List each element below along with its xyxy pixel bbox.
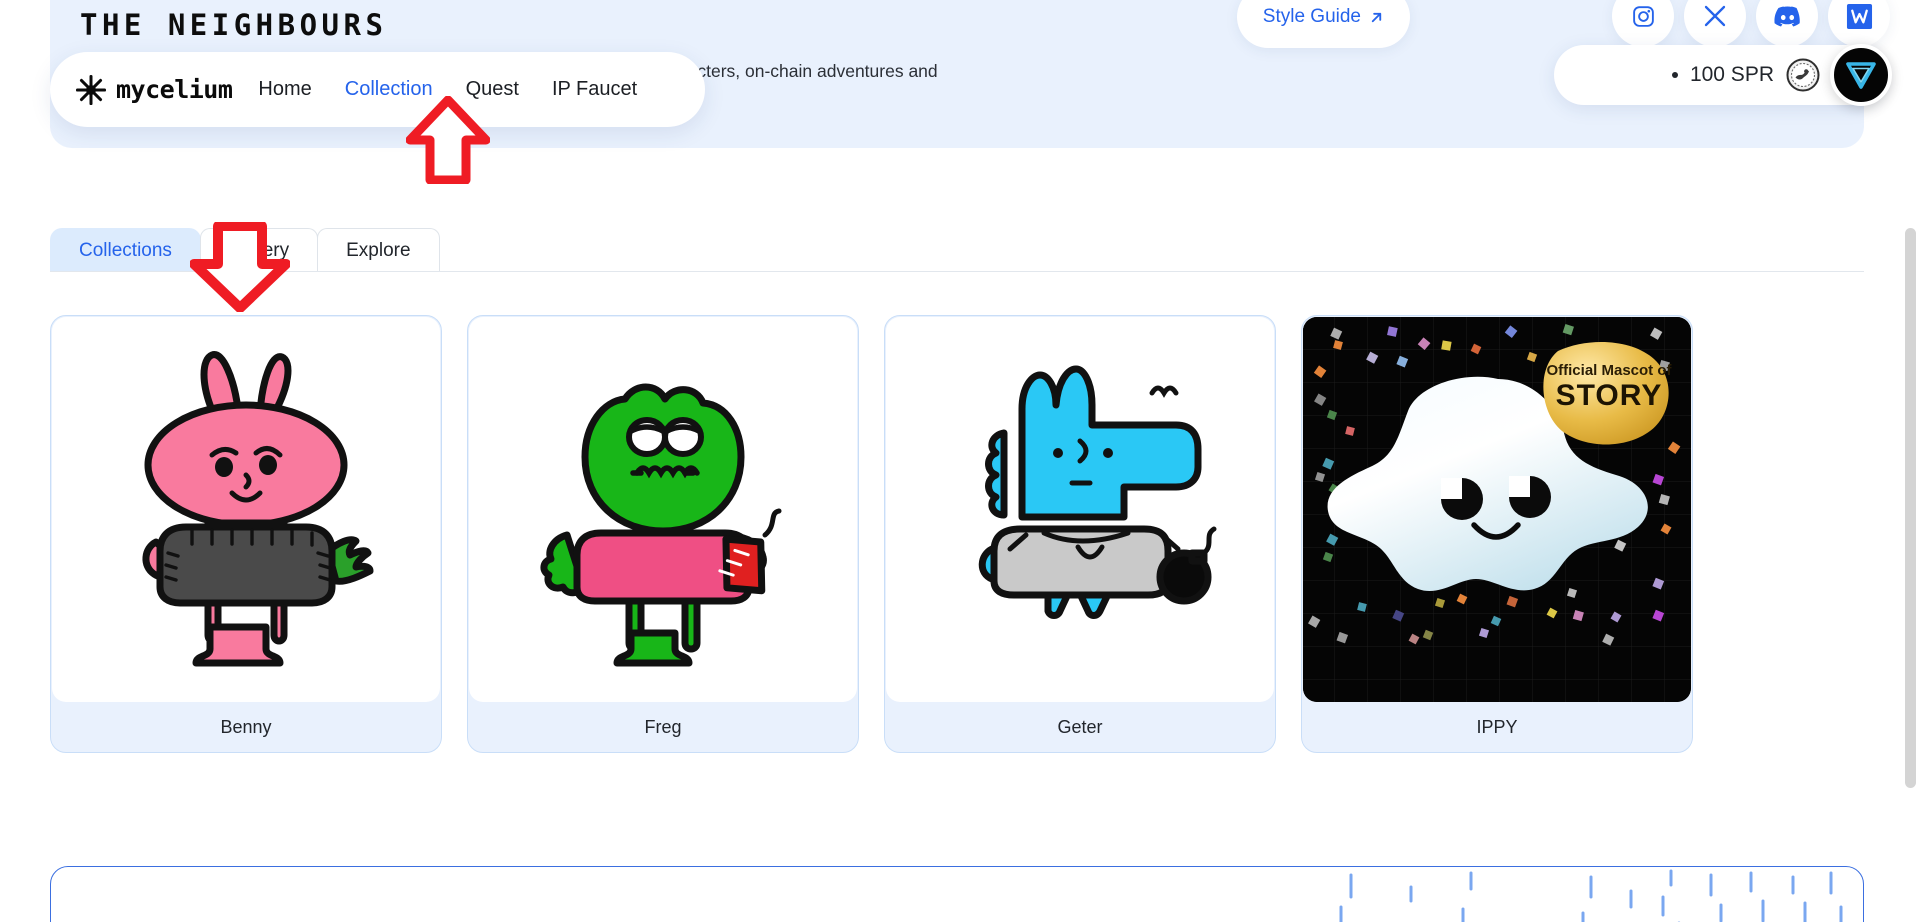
card-artwork-geter	[886, 317, 1274, 702]
page-title: THE NEIGHBOURS	[80, 8, 388, 42]
user-avatar[interactable]	[1830, 44, 1892, 106]
instagram-link[interactable]	[1612, 0, 1674, 47]
wallet-separator-dot	[1671, 72, 1678, 78]
external-link-arrow-icon	[1371, 12, 1382, 22]
badge-line-1: Official Mascot of	[1546, 362, 1672, 379]
spr-coin-icon	[1786, 58, 1820, 92]
collection-card-grid: Benny Freg Geter Official Mascot of STOR…	[50, 315, 1864, 753]
card-artwork-freg	[469, 317, 857, 702]
nav-link-quest[interactable]: Quest	[466, 78, 519, 101]
collection-card-freg[interactable]: Freg	[467, 315, 859, 753]
instagram-icon	[1632, 5, 1654, 27]
style-guide-button[interactable]: Style Guide	[1236, 0, 1410, 48]
w-square-icon	[1846, 3, 1872, 29]
collection-card-ippy[interactable]: Official Mascot of STORY IPPY	[1301, 315, 1693, 753]
collection-card-geter[interactable]: Geter	[884, 315, 1276, 753]
tab-explore[interactable]: Explore	[317, 228, 440, 272]
style-guide-label: Style Guide	[1262, 6, 1361, 27]
w-link[interactable]	[1828, 0, 1890, 47]
nav-link-collection[interactable]: Collection	[345, 78, 433, 101]
nav-link-home[interactable]: Home	[258, 78, 311, 101]
tab-gallery[interactable]: Gallery	[199, 228, 319, 272]
scrollbar-thumb[interactable]	[1905, 228, 1916, 788]
content-tabs: Collections Gallery Explore	[50, 228, 440, 272]
scrollbar-track[interactable]	[1905, 0, 1918, 922]
blue-dash-pattern	[1339, 869, 1843, 922]
nav-links: Home Collection Quest IP Faucet	[258, 78, 637, 101]
main-navigation-bar: mycelium Home Collection Quest IP Faucet	[50, 52, 705, 127]
discord-link[interactable]	[1756, 0, 1818, 47]
wallet-balance-label: 100 SPR	[1689, 63, 1774, 86]
card-title-geter: Geter	[1057, 717, 1103, 737]
discord-icon	[1773, 5, 1800, 27]
tab-collections[interactable]: Collections	[50, 228, 201, 272]
green-frog-character	[540, 383, 782, 667]
cyan-dino-character	[978, 365, 1217, 619]
card-title-ippy: IPPY	[1476, 717, 1518, 737]
tabs-divider	[50, 271, 1864, 272]
white-star-blob-mascot: Official Mascot of STORY	[1303, 317, 1691, 702]
bottom-content-panel	[50, 866, 1864, 922]
badge-line-2: STORY	[1556, 379, 1663, 412]
x-twitter-link[interactable]	[1684, 0, 1746, 47]
x-twitter-icon	[1704, 5, 1726, 27]
card-title-benny: Benny	[220, 717, 272, 737]
asterisk-star-icon	[76, 74, 106, 105]
collection-card-benny[interactable]: Benny	[50, 315, 442, 753]
card-artwork-benny	[52, 317, 440, 702]
brand-name: mycelium	[116, 75, 233, 104]
page-root: THE NEIGHBOURS An NFT collection inspire…	[0, 0, 1920, 922]
brand-logo[interactable]: mycelium	[76, 74, 233, 105]
card-title-freg: Freg	[644, 717, 682, 737]
card-artwork-ippy: Official Mascot of STORY	[1303, 317, 1691, 702]
social-links	[1612, 0, 1890, 47]
triangle-logo-avatar	[1846, 62, 1876, 89]
pink-bunny-character	[142, 351, 374, 667]
nav-link-ip-faucet[interactable]: IP Faucet	[552, 78, 637, 101]
